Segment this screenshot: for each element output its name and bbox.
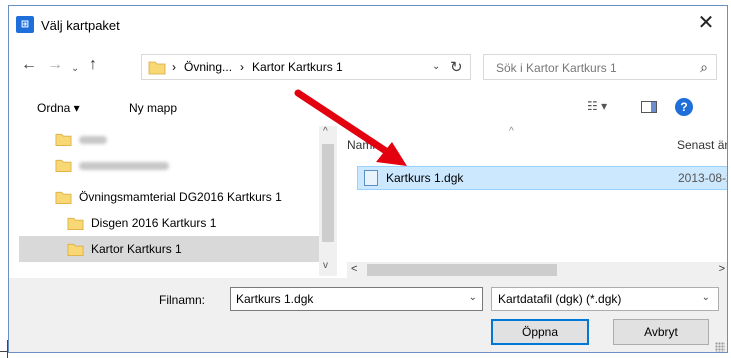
dialog-footer: Filnamn: Kartkurs 1.dgk ⌄ Kartdatafil (d… xyxy=(9,278,727,352)
file-list-hscrollbar[interactable]: < > xyxy=(347,262,727,278)
column-header-date[interactable]: Senast än xyxy=(677,138,727,152)
scroll-right-icon[interactable]: > xyxy=(719,263,725,275)
search-box[interactable]: Sök i Kartor Kartkurs 1 ⌕ xyxy=(483,54,717,80)
scroll-down-icon[interactable]: v xyxy=(323,260,328,271)
breadcrumb-item[interactable]: Övning... xyxy=(184,60,232,74)
folder-icon xyxy=(67,217,84,230)
breadcrumb-item[interactable]: Kartor Kartkurs 1 xyxy=(252,60,343,74)
chevron-down-icon[interactable]: ⌄ xyxy=(469,292,477,303)
new-folder-button[interactable]: Ny mapp xyxy=(129,101,177,115)
filetype-select[interactable]: Kartdatafil (dgk) (*.dgk) ⌄ xyxy=(491,287,719,311)
breadcrumb-separator: › xyxy=(240,60,245,74)
tree-item-blurred[interactable] xyxy=(19,152,319,178)
search-icon[interactable]: ⌕ xyxy=(700,59,708,76)
column-header-name[interactable]: Namn xyxy=(347,138,379,152)
tree-item-label: Disgen 2016 Kartkurs 1 xyxy=(91,216,217,230)
scroll-up-icon[interactable]: ^ xyxy=(323,126,328,137)
refresh-icon[interactable]: ↻ xyxy=(450,58,463,76)
window-title: Välj kartpaket xyxy=(41,18,120,33)
document-icon xyxy=(364,170,378,186)
folder-tree: Övningsmamterial DG2016 Kartkurs 1 Disge… xyxy=(19,126,339,268)
recent-locations-chevron-icon[interactable]: ⌄ xyxy=(71,60,79,78)
folder-icon xyxy=(55,159,72,172)
breadcrumb-separator: › xyxy=(172,60,176,74)
navigation-bar: ← → ⌄ ↑ › Övning... › Kartor Kartkurs 1 ⌄ ↻… xyxy=(9,46,727,86)
cancel-button[interactable]: Avbryt xyxy=(613,319,709,345)
address-bar[interactable]: › Övning... › Kartor Kartkurs 1 ⌄ ↻ xyxy=(141,54,471,80)
file-name: Kartkurs 1.dgk xyxy=(386,171,464,185)
file-row-selected[interactable]: Kartkurs 1.dgk 2013-08-2 xyxy=(357,166,728,190)
organize-button[interactable]: Ordna ▾ xyxy=(37,101,80,115)
filename-value: Kartkurs 1.dgk xyxy=(236,292,314,306)
filetype-value: Kartdatafil (dgk) (*.dgk) xyxy=(498,292,622,306)
folder-icon xyxy=(55,133,72,146)
file-open-dialog: ⊞ Välj kartpaket ✕ ← → ⌄ ↑ › Övning... › Ka… xyxy=(8,5,728,353)
tree-item[interactable]: Disgen 2016 Kartkurs 1 xyxy=(19,210,319,236)
tree-item[interactable]: Övningsmamterial DG2016 Kartkurs 1 xyxy=(19,184,319,210)
tree-scrollbar[interactable]: ^ v xyxy=(319,126,337,276)
resize-grip-icon[interactable] xyxy=(715,342,725,352)
tree-item-label: Övningsmamterial DG2016 Kartkurs 1 xyxy=(79,190,282,204)
chevron-down-icon[interactable]: ⌄ xyxy=(702,292,710,303)
open-button[interactable]: Öppna xyxy=(491,319,589,345)
folder-icon xyxy=(148,61,166,75)
command-bar: Ordna ▾ Ny mapp ☷ ▾ ? xyxy=(9,90,727,124)
forward-arrow-icon[interactable]: → xyxy=(47,56,63,74)
file-list: ^ Namn Senast än Kartkurs 1.dgk 2013-08-… xyxy=(347,126,728,276)
scrollbar-thumb[interactable] xyxy=(322,144,334,242)
blurred-label xyxy=(79,158,169,172)
tree-item-blurred[interactable] xyxy=(19,126,319,152)
scroll-left-icon[interactable]: < xyxy=(351,263,357,275)
title-bar: ⊞ Välj kartpaket ✕ xyxy=(9,6,727,46)
search-placeholder: Sök i Kartor Kartkurs 1 xyxy=(496,61,617,75)
address-dropdown-icon[interactable]: ⌄ xyxy=(432,61,440,72)
view-options-icon[interactable]: ☷ ▾ xyxy=(587,99,607,113)
back-arrow-icon[interactable]: ← xyxy=(21,56,37,74)
up-arrow-icon[interactable]: ↑ xyxy=(89,56,97,74)
preview-pane-icon[interactable] xyxy=(641,101,657,113)
tree-item-selected[interactable]: Kartor Kartkurs 1 xyxy=(19,236,319,262)
blurred-label xyxy=(79,132,107,146)
scrollbar-thumb[interactable] xyxy=(367,264,557,276)
window-app-icon: ⊞ xyxy=(16,16,34,33)
folder-icon xyxy=(55,191,72,204)
filename-label: Filnamn: xyxy=(159,293,206,307)
sort-ascending-icon: ^ xyxy=(509,126,514,137)
folder-icon xyxy=(67,243,84,256)
tree-item-label: Kartor Kartkurs 1 xyxy=(91,242,182,256)
close-icon[interactable]: ✕ xyxy=(693,12,719,36)
filename-input[interactable]: Kartkurs 1.dgk ⌄ xyxy=(230,287,483,311)
breadcrumb: › Övning... › Kartor Kartkurs 1 xyxy=(172,60,351,74)
file-date: 2013-08-2 xyxy=(678,171,728,185)
help-icon[interactable]: ? xyxy=(675,98,693,116)
